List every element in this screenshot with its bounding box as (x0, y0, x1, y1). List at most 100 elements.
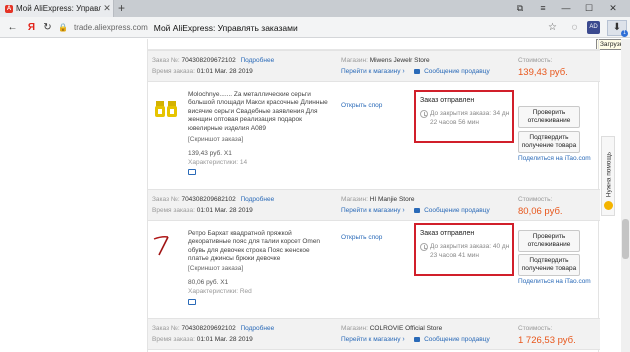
message-seller-link[interactable]: Сообщение продавцу (424, 207, 490, 214)
share-link[interactable]: Поделиться на iTao.com (518, 278, 591, 285)
lock-icon: 🔒 (58, 23, 68, 32)
message-icon (414, 336, 421, 342)
store-links: Перейти к магазину › Сообщение продавцу (341, 336, 490, 343)
order-number: 704308209682102 (181, 196, 236, 203)
scrollbar-thumb[interactable] (622, 219, 629, 259)
store-name[interactable]: Miwens Jewelr Store (370, 57, 430, 64)
downloads-count: 1 (621, 30, 628, 37)
address-bar: ← Я ↻ 🔒 trade.aliexpress.com Мой AliExpr… (0, 17, 630, 38)
clock-icon (420, 110, 428, 118)
browser-menu-icon[interactable]: ≡ (533, 0, 553, 17)
order-card: Заказ №: 704308209672102 Подробнее Время… (148, 50, 600, 188)
store-name[interactable]: HI Manjie Store (370, 196, 415, 203)
product-title[interactable]: Ретро Бархат квадратной пряжкой декорати… (188, 230, 328, 264)
cost-label: Стоимость: (518, 196, 553, 203)
dispute-flag-icon[interactable] (188, 299, 196, 305)
dispute-flag-icon[interactable] (188, 169, 196, 175)
close-tab-icon[interactable]: ✕ (101, 3, 113, 14)
help-tab[interactable]: Нужна помощь (601, 136, 615, 216)
open-dispute-link[interactable]: Открыть спор (341, 102, 382, 109)
clock-icon (420, 243, 428, 251)
status-highlight: Заказ отправлен До закрытия заказа: 34 д… (414, 90, 514, 143)
arrow-right-icon: › (402, 68, 405, 75)
message-icon (414, 207, 421, 213)
order-header: Заказ №: 704308209682102 Подробнее Время… (148, 189, 600, 221)
message-seller-link[interactable]: Сообщение продавцу (424, 68, 490, 75)
order-cost: 1 726,53 руб. (518, 335, 576, 346)
extension-icon[interactable]: AD (587, 21, 600, 34)
downloads-button[interactable]: ⬇ 1 (607, 20, 628, 37)
go-to-store-link[interactable]: Перейти к магазину (341, 336, 401, 343)
order-time-line: Время заказа: 01:01 Мar. 28 2019 (152, 336, 253, 343)
order-cost: 80,06 руб. (518, 206, 563, 217)
order-time: 01:01 Мar. 28 2019 (196, 336, 253, 343)
browser-tab[interactable]: A Мой AliExpress: Управлять ✕ (0, 0, 114, 17)
message-icon (414, 68, 421, 74)
page-scrollbar[interactable] (621, 39, 630, 352)
confirm-receipt-button[interactable]: Подтвердить получение товара (518, 254, 580, 276)
arrow-right-icon: › (402, 336, 405, 343)
maximize-icon[interactable]: ☐ (579, 0, 599, 17)
tab-bar: A Мой AliExpress: Управлять ✕ + ⧉ ≡ — ☐ … (0, 0, 630, 17)
order-countdown: До закрытия заказа: 40 дн 23 часов 41 ми… (420, 242, 512, 260)
product-characteristics: Характеристики: 14 (188, 159, 248, 166)
message-seller-link[interactable]: Сообщение продавцу (424, 336, 490, 343)
order-header: Заказ №: 704308209672102 Подробнее Время… (148, 50, 600, 82)
download-icon: ⬇ (612, 22, 622, 33)
minimize-icon[interactable]: — (556, 0, 576, 17)
product-title[interactable]: Molochnye....... Za металлические серьги… (188, 91, 328, 133)
go-to-store-link[interactable]: Перейти к магазину (341, 207, 401, 214)
store-line: Магазин: Miwens Jewelr Store (341, 57, 430, 64)
new-tab-button[interactable]: + (118, 1, 125, 15)
order-time: 01:01 Мar. 28 2019 (196, 207, 253, 214)
order-time: 01:01 Мar. 28 2019 (196, 68, 253, 75)
help-icon (604, 201, 613, 210)
details-link[interactable]: Подробнее (241, 325, 275, 332)
help-tab-label: Нужна помощь (605, 151, 613, 198)
order-snapshot-link[interactable]: [Скриншот заказа] (188, 136, 243, 143)
aliexpress-logo-icon: A (5, 4, 13, 13)
order-time-line: Время заказа: 01:01 Мar. 28 2019 (152, 207, 253, 214)
order-card: Заказ №: 704308209692102 Подробнее Время… (148, 318, 600, 352)
track-button[interactable]: Проверить отслеживание (518, 230, 580, 252)
order-number-line: Заказ №: 704308209672102 Подробнее (152, 57, 275, 64)
order-status: Заказ отправлен (420, 230, 475, 237)
go-to-store-link[interactable]: Перейти к магазину (341, 68, 401, 75)
close-window-icon[interactable]: ✕ (603, 0, 623, 17)
order-number-line: Заказ №: 704308209692102 Подробнее (152, 325, 275, 332)
list-top-border (148, 39, 600, 50)
product-characteristics: Характеристики: Red (188, 288, 252, 295)
order-list: Заказ №: 704308209672102 Подробнее Время… (147, 39, 600, 352)
tabs-menu-icon[interactable]: ⧉ (510, 0, 530, 17)
track-button[interactable]: Проверить отслеживание (518, 106, 580, 128)
back-icon[interactable]: ← (6, 21, 19, 34)
bookmark-icon[interactable]: ☆ (546, 21, 559, 34)
store-links: Перейти к магазину › Сообщение продавцу (341, 207, 490, 214)
cost-label: Стоимость: (518, 325, 553, 332)
yandex-icon[interactable]: Я (25, 21, 38, 34)
details-link[interactable]: Подробнее (241, 57, 275, 64)
arrow-right-icon: › (402, 207, 405, 214)
earrings-thumbnail[interactable] (152, 96, 180, 124)
order-cost: 139,43 руб. (518, 67, 568, 78)
url-field[interactable]: 🔒 trade.aliexpress.com Мой AliExpress: У… (58, 19, 538, 36)
confirm-receipt-button[interactable]: Подтвердить получение товара (518, 131, 580, 153)
details-link[interactable]: Подробнее (241, 196, 275, 203)
page-content: Заказ №: 704308209672102 Подробнее Время… (0, 39, 630, 352)
order-card: Заказ №: 704308209682102 Подробнее Время… (148, 189, 600, 326)
store-line: Магазин: COLROVIE Official Store (341, 325, 443, 332)
order-header: Заказ №: 704308209692102 Подробнее Время… (148, 318, 600, 350)
store-links: Перейти к магазину › Сообщение продавцу (341, 68, 490, 75)
product-price: 139,43 руб. X1 (188, 150, 232, 157)
order-number-line: Заказ №: 704308209682102 Подробнее (152, 196, 275, 203)
order-time-line: Время заказа: 01:01 Мar. 28 2019 (152, 68, 253, 75)
belt-thumbnail[interactable] (152, 231, 180, 259)
store-name[interactable]: COLROVIE Official Store (370, 325, 443, 332)
order-status: Заказ отправлен (420, 97, 475, 104)
reload-icon[interactable]: ↻ (41, 21, 54, 34)
order-snapshot-link[interactable]: [Скриншот заказа] (188, 265, 243, 272)
cost-label: Стоимость: (518, 57, 553, 64)
open-dispute-link[interactable]: Открыть спор (341, 234, 382, 241)
share-link[interactable]: Поделиться на iTao.com (518, 155, 591, 162)
protect-icon[interactable]: ◌ (568, 21, 581, 34)
